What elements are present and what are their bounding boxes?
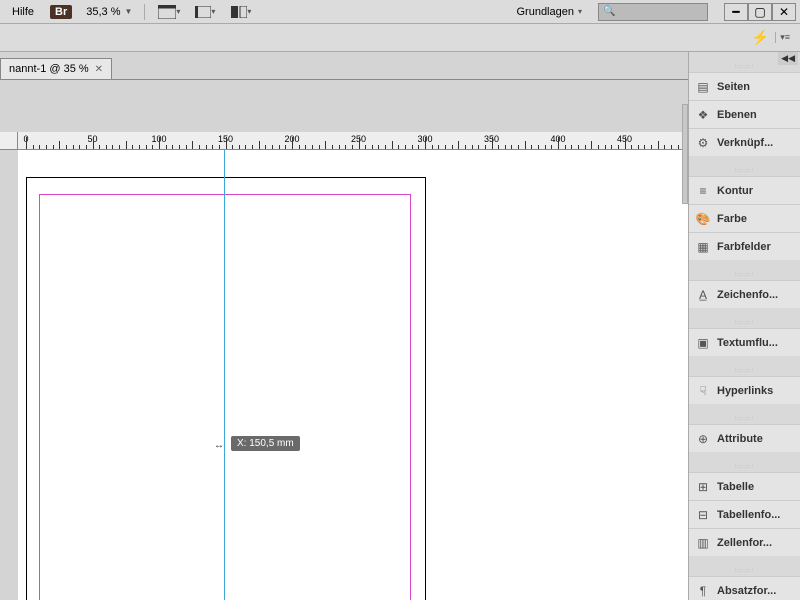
layers-icon: ❖ — [695, 107, 711, 123]
panel-item[interactable]: ☟ Hyperlinks — [689, 376, 800, 404]
panel-item-label: Verknüpf... — [717, 137, 773, 149]
chevron-down-icon: ▼ — [125, 7, 133, 16]
move-cursor-icon: ↔ — [214, 440, 224, 451]
grip-handle[interactable]: :::::::: — [689, 414, 800, 424]
lightning-icon[interactable]: ⚡ — [752, 29, 769, 46]
panel-item[interactable]: 🎨 Farbe — [689, 204, 800, 232]
panel-group: ::::::::¶ Absatzfor... — [689, 566, 800, 600]
maximize-button[interactable]: ▢ — [748, 3, 772, 21]
panel-group: ::::::::⊕ Attribute — [689, 414, 800, 452]
panel-item-label: Textumflu... — [717, 337, 778, 349]
panel-item[interactable]: ⊞ Tabelle — [689, 472, 800, 500]
links-icon: ⚙ — [695, 135, 711, 151]
panel-item-label: Tabelle — [717, 481, 754, 493]
panel-item-label: Zeichenfo... — [717, 289, 778, 301]
panel-group: ::::::::▤Seiten❖Ebenen⚙Verknüpf... — [689, 62, 800, 156]
window-controls: ━ ▢ ✕ — [724, 3, 796, 21]
workspace-name: Grundlagen — [516, 6, 574, 18]
panel-item[interactable]: ⊟ Tabellenfo... — [689, 500, 800, 528]
screen-mode-button[interactable]: ▾ — [191, 2, 219, 22]
minimize-button[interactable]: ━ — [724, 3, 748, 21]
textwrap-icon: ▣ — [695, 335, 711, 351]
panel-item[interactable]: ▣ Textumflu... — [689, 328, 800, 356]
top-menubar: Hilfe Br 35,3 % ▼ ▾ ▾ ▾ Grundlagen ▾ 🔍 ━… — [0, 0, 800, 24]
main-area: nannt-1 @ 35 % ✕ 05010015020025030035040… — [0, 52, 800, 600]
hyperlinks-icon: ☟ — [695, 383, 711, 399]
panel-item-label: Hyperlinks — [717, 385, 773, 397]
bridge-button[interactable]: Br — [50, 5, 72, 19]
panel-item[interactable]: ▤ Seiten — [689, 72, 800, 100]
help-menu[interactable]: Hilfe — [4, 3, 42, 21]
panel-item[interactable]: ▦ Farbfelder — [689, 232, 800, 260]
tab-close-icon[interactable]: ✕ — [95, 64, 103, 75]
close-button[interactable]: ✕ — [772, 3, 796, 21]
swatches-icon: ▦ — [695, 239, 711, 255]
panel-item-label: Tabellenfo... — [717, 509, 780, 521]
panel-group: ::::::::A̲ Zeichenfo... — [689, 270, 800, 308]
panel-group: ::::::::≡ Kontur🎨 Farbe▦ Farbfelder — [689, 166, 800, 260]
document-tab[interactable]: nannt-1 @ 35 % ✕ — [0, 58, 112, 79]
panel-item-label: Farbfelder — [717, 241, 771, 253]
grip-handle[interactable]: :::::::: — [689, 366, 800, 376]
grip-handle[interactable]: :::::::: — [689, 166, 800, 176]
tab-strip: nannt-1 @ 35 % ✕ — [0, 52, 688, 80]
panel-group: ::::::::☟ Hyperlinks — [689, 366, 800, 404]
panel-group: ::::::::▣ Textumflu... — [689, 318, 800, 356]
panel-item-label: Absatzfor... — [717, 585, 776, 597]
panel-item[interactable]: ⚙ Verknüpf... — [689, 128, 800, 156]
tab-title: nannt-1 @ 35 % — [9, 63, 89, 75]
document-area: nannt-1 @ 35 % ✕ 05010015020025030035040… — [0, 52, 688, 600]
panel-item[interactable]: ≡ Kontur — [689, 176, 800, 204]
panels-column: ◀◀ ::::::::▤ Seiten❖ Ebenen⚙ Verknüpf...:::… — [688, 52, 800, 600]
panel-item-label: Kontur — [717, 185, 753, 197]
grip-handle[interactable]: :::::::: — [689, 462, 800, 472]
panel-item-label: Zellenfor... — [717, 537, 772, 549]
chevron-down-icon: ▾ — [578, 7, 582, 16]
vertical-guide[interactable] — [224, 150, 225, 600]
panel-item-label: Ebenen — [717, 109, 757, 121]
arrange-button[interactable]: ▾ — [227, 2, 255, 22]
zoom-value: 35,3 % — [86, 6, 120, 18]
stroke-icon: ≡ — [695, 183, 711, 199]
zoom-level-dropdown[interactable]: 35,3 % ▼ — [80, 3, 138, 21]
workspace-switcher[interactable]: Grundlagen ▾ — [508, 3, 590, 21]
ruler-origin[interactable] — [0, 132, 18, 150]
collapse-panels-icon[interactable]: ◀◀ — [778, 52, 798, 65]
panel-item[interactable]: ❖ Ebenen — [689, 100, 800, 128]
panel-item[interactable]: ¶ Absatzfor... — [689, 576, 800, 600]
table-icon: ⊞ — [695, 479, 711, 495]
search-icon: 🔍 — [603, 6, 615, 17]
paragraph-icon: ¶ — [695, 583, 711, 599]
tablestyles-icon: ⊟ — [695, 507, 711, 523]
panel-group: ::::::::⊞ Tabelle⊟ Tabellenfo...▥ Zellenfor… — [689, 462, 800, 556]
panel-item[interactable]: A̲ Zeichenfo... — [689, 280, 800, 308]
panel-item-label: Attribute — [717, 433, 763, 445]
grip-handle[interactable]: :::::::: — [689, 318, 800, 328]
pages-icon: ▤ — [695, 79, 711, 95]
cellstyles-icon: ▥ — [695, 535, 711, 551]
control-bar: ⚡ ▾≡ — [0, 24, 800, 52]
panel-item[interactable]: ▥ Zellenfor... — [689, 528, 800, 556]
chevron-down-icon: ▾ — [247, 7, 251, 16]
character-icon: A̲ — [695, 287, 711, 303]
grip-handle[interactable]: :::::::: — [689, 270, 800, 280]
color-icon: 🎨 — [695, 211, 711, 227]
flyout-menu-button[interactable]: ▾≡ — [775, 32, 790, 43]
panel-item-label: Farbe — [717, 213, 747, 225]
panel-item[interactable]: ⊕ Attribute — [689, 424, 800, 452]
grip-handle[interactable]: :::::::: — [689, 566, 800, 576]
position-readout: X: 150,5 mm — [231, 436, 300, 451]
margin-guide — [39, 194, 411, 600]
chevron-down-icon: ▾ — [211, 7, 215, 16]
attributes-icon: ⊕ — [695, 431, 711, 447]
chevron-down-icon: ▾ — [176, 7, 180, 16]
view-options-button[interactable]: ▾ — [155, 2, 183, 22]
search-input[interactable]: 🔍 — [598, 3, 708, 21]
panel-item-label: Seiten — [717, 81, 750, 93]
separator — [144, 4, 145, 20]
canvas[interactable]: ↔ X: 150,5 mm — [18, 150, 800, 600]
